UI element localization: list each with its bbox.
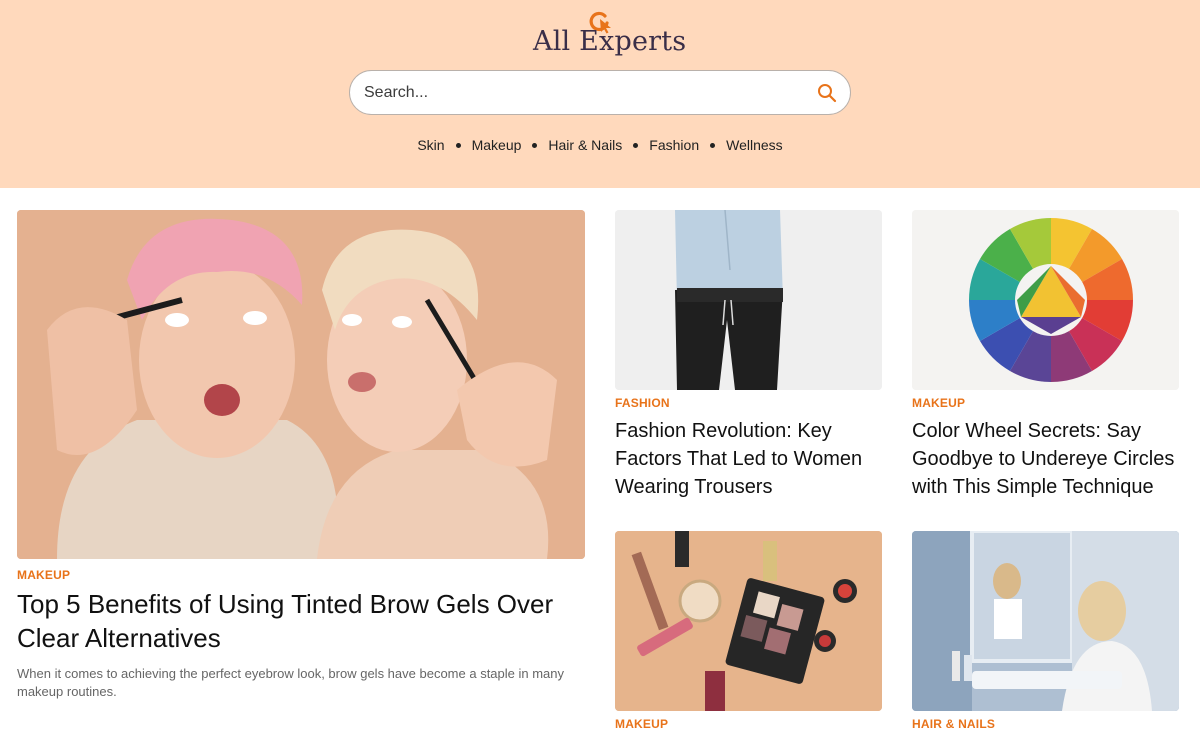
- nav-separator: [455, 142, 461, 148]
- featured-excerpt: When it comes to achieving the perfect e…: [17, 666, 565, 699]
- nav-item-wellness[interactable]: Wellness: [724, 137, 785, 153]
- card-image-makeup[interactable]: [615, 531, 882, 711]
- card-image-color-wheel[interactable]: [912, 210, 1179, 390]
- category-nav: Skin Makeup Hair & Nails Fashion Wellnes…: [0, 136, 1200, 154]
- nav-item-makeup[interactable]: Makeup: [470, 137, 524, 153]
- nav-separator: [633, 142, 639, 148]
- card-category[interactable]: MAKEUP: [615, 717, 668, 731]
- nav-separator: [710, 142, 716, 148]
- nav-item-hair-nails[interactable]: Hair & Nails: [546, 137, 624, 153]
- card-title[interactable]: Color Wheel Secrets: Say Goodbye to Unde…: [912, 417, 1187, 501]
- site-header: All Experts Skin Makeup Hair & Nails Fas…: [0, 0, 1200, 188]
- featured-category[interactable]: MAKEUP: [17, 568, 70, 582]
- featured-title[interactable]: Top 5 Benefits of Using Tinted Brow Gels…: [17, 587, 577, 655]
- nav-separator: [532, 142, 538, 148]
- card-category[interactable]: MAKEUP: [912, 396, 965, 410]
- search-input[interactable]: [364, 71, 804, 114]
- card-image-fashion[interactable]: [615, 210, 882, 390]
- brand-name: All Experts: [533, 26, 687, 57]
- site-logo[interactable]: All Experts: [533, 10, 686, 60]
- card-image-hair-nails[interactable]: [912, 531, 1179, 711]
- search-bar: [349, 70, 851, 115]
- card-category[interactable]: HAIR & NAILS: [912, 717, 995, 731]
- nav-item-fashion[interactable]: Fashion: [647, 137, 701, 153]
- card-title[interactable]: Fashion Revolution: Key Factors That Led…: [615, 417, 890, 501]
- featured-image[interactable]: [17, 210, 585, 559]
- search-icon[interactable]: [817, 83, 837, 103]
- card-category[interactable]: FASHION: [615, 396, 670, 410]
- nav-item-skin[interactable]: Skin: [415, 137, 446, 153]
